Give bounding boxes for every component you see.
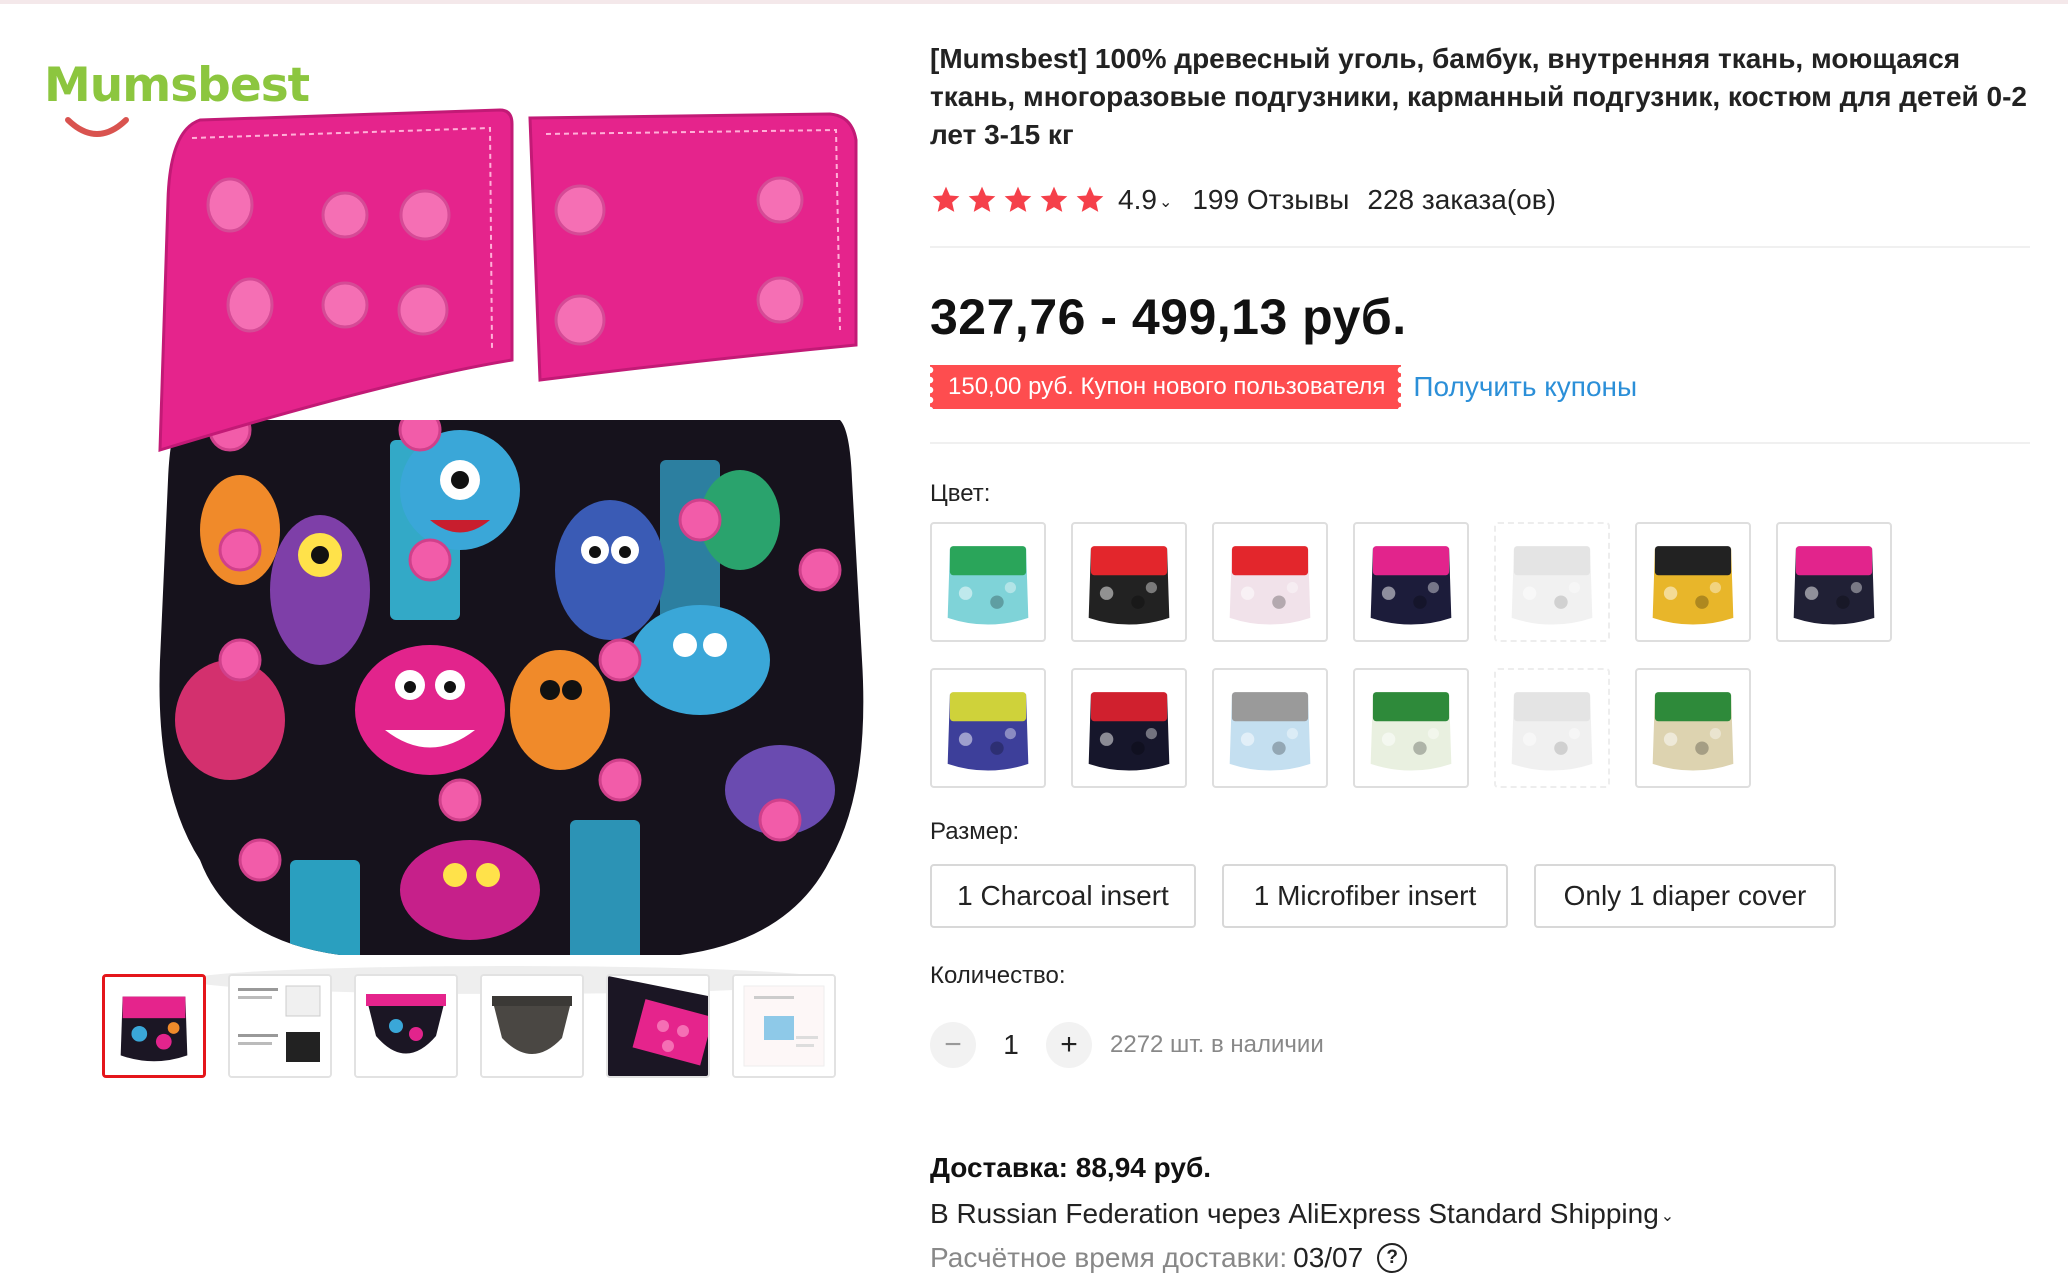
rating-value[interactable]: 4.9 ⌄ <box>1118 184 1172 216</box>
color-swatch[interactable] <box>1212 522 1328 642</box>
minus-icon: − <box>944 1028 962 1061</box>
get-coupons-link[interactable]: Получить купоны <box>1413 371 1637 403</box>
delivery-time-label: Расчётное время доставки: <box>930 1242 1288 1273</box>
rating-row: 4.9 ⌄ 199 Отзывы 228 заказа(ов) <box>930 180 1556 220</box>
quantity-stepper: − 1 + 2272 шт. в наличии <box>930 1020 1324 1070</box>
rating-stars <box>930 184 1106 216</box>
shipping-cost: Доставка: 88,94 руб. <box>930 1152 1212 1183</box>
color-swatch[interactable] <box>1635 522 1751 642</box>
stock-count: 2272 шт. в наличии <box>1110 1031 1324 1058</box>
size-option-charcoal-insert[interactable]: 1 Charcoal insert <box>930 864 1196 928</box>
top-border <box>0 0 2068 4</box>
divider <box>930 246 2030 248</box>
thumbnail-strip <box>102 974 912 1084</box>
star-icon <box>968 186 996 212</box>
plus-icon: + <box>1060 1028 1078 1061</box>
size-label: Размер: <box>930 818 1020 845</box>
color-swatch[interactable] <box>1353 522 1469 642</box>
smile-icon <box>65 117 129 137</box>
color-swatch[interactable] <box>1212 668 1328 788</box>
delivery-time: Расчётное время доставки: 03/07 ? <box>930 1242 1408 1274</box>
product-title: [Mumsbest] 100% древесный уголь, бамбук,… <box>930 43 2028 150</box>
quantity-increase-button[interactable]: + <box>1046 1022 1092 1068</box>
color-label: Цвет: <box>930 480 991 507</box>
product-info: [Mumsbest] 100% древесный уголь, бамбук,… <box>930 40 2040 1273</box>
star-icon <box>932 186 960 212</box>
shipping-method[interactable]: В Russian Federation через AliExpress St… <box>930 1198 1674 1230</box>
thumbnail-inserts[interactable] <box>228 974 332 1078</box>
star-icon <box>1076 186 1104 212</box>
thumbnail-size-chart[interactable] <box>732 974 836 1078</box>
quantity-value[interactable]: 1 <box>976 1029 1046 1061</box>
color-swatch[interactable] <box>1494 522 1610 642</box>
rating-number: 4.9 <box>1118 184 1157 215</box>
price-range: 327,76 - 499,13 руб. <box>930 289 1407 345</box>
divider <box>930 442 2030 444</box>
color-swatch[interactable] <box>1353 668 1469 788</box>
size-option-microfiber-insert[interactable]: 1 Microfiber insert <box>1222 864 1508 928</box>
color-swatch[interactable] <box>1071 522 1187 642</box>
main-product-image <box>158 108 864 994</box>
help-icon[interactable]: ? <box>1377 1243 1408 1273</box>
color-swatch[interactable] <box>930 668 1046 788</box>
color-swatch[interactable] <box>1635 668 1751 788</box>
quantity-label: Количество: <box>930 962 1066 989</box>
thumbnail-grey-lining[interactable] <box>480 974 584 1078</box>
size-option-diaper-cover[interactable]: Only 1 diaper cover <box>1534 864 1836 928</box>
thumbnail-monster-diaper[interactable] <box>102 974 206 1078</box>
shipping-method-text: В Russian Federation через AliExpress St… <box>930 1198 1659 1229</box>
reviews-count[interactable]: 199 Отзывы <box>1192 184 1349 216</box>
quantity-decrease-button[interactable]: − <box>930 1022 976 1068</box>
chevron-down-icon: ⌄ <box>1660 1207 1675 1225</box>
thumbnail-snaps-closeup[interactable] <box>606 974 710 1078</box>
delivery-date: 03/07 <box>1293 1242 1364 1273</box>
orders-count: 228 заказа(ов) <box>1367 184 1556 215</box>
color-swatch[interactable] <box>1494 668 1610 788</box>
star-icon <box>1040 186 1068 212</box>
star-icon <box>1004 186 1032 212</box>
product-gallery: Mumsbest <box>40 40 890 1090</box>
chevron-down-icon: ⌄ <box>1158 193 1173 211</box>
color-swatch[interactable] <box>1776 522 1892 642</box>
thumbnail-diaper-open[interactable] <box>354 974 458 1078</box>
coupon-row: 150,00 руб. Купон нового пользователя По… <box>930 365 1637 409</box>
color-swatch[interactable] <box>930 522 1046 642</box>
color-swatch[interactable] <box>1071 668 1187 788</box>
coupon-badge: 150,00 руб. Купон нового пользователя <box>930 365 1402 409</box>
